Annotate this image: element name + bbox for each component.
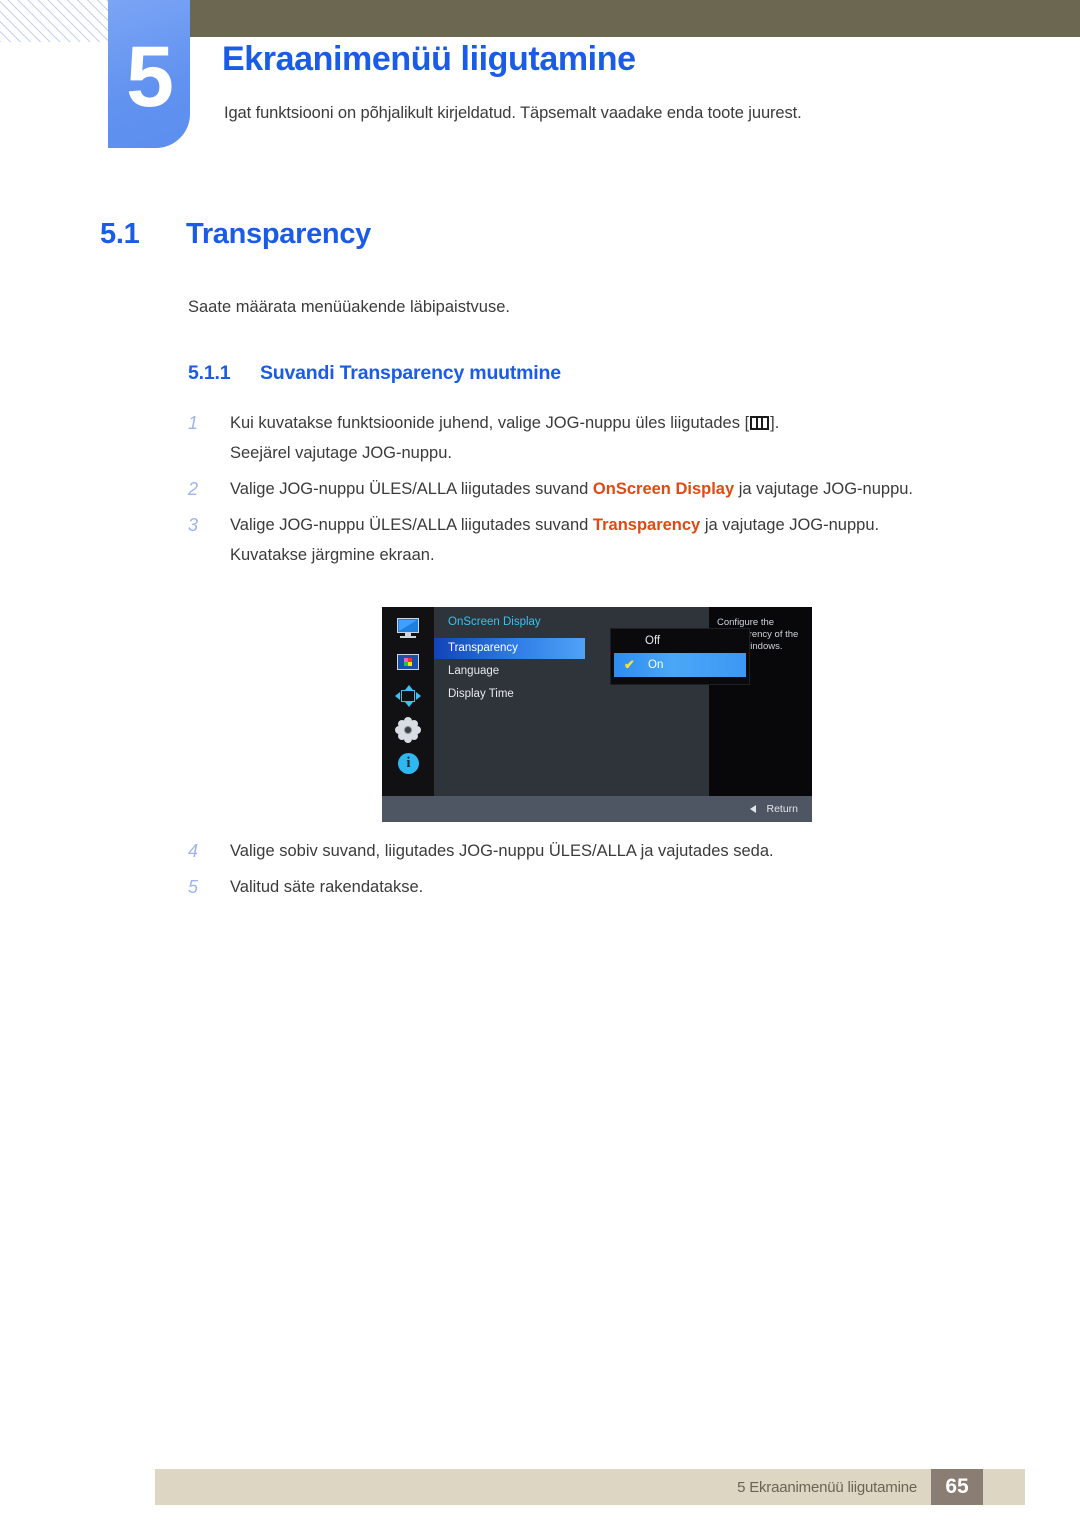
subsection-title: Suvandi Transparency muutmine — [260, 362, 561, 384]
footer-chapter-label: 5 Ekraanimenüü liigutamine — [737, 1478, 917, 1496]
step-item: 2 Valige JOG-nuppu ÜLES/ALLA liigutades … — [188, 474, 1008, 504]
osd-menu-item-display-time[interactable]: Display Time — [434, 684, 709, 705]
step-text-pre: Valige JOG-nuppu ÜLES/ALLA liigutades su… — [230, 480, 593, 498]
step-item: 3 Valige JOG-nuppu ÜLES/ALLA liigutades … — [188, 510, 1008, 570]
chapter-number-tab: 5 — [108, 0, 190, 148]
osd-panel-title: OnScreen Display — [448, 616, 541, 628]
step-number: 2 — [188, 479, 199, 499]
menu-button-icon — [750, 416, 770, 430]
position-arrows-icon[interactable] — [395, 685, 421, 707]
step-item: 1 Kui kuvatakse funktsioonide juhend, va… — [188, 408, 1008, 468]
chapter-title: Ekraanimenüü liigutamine — [222, 40, 636, 78]
decorative-hatch-pattern — [0, 0, 112, 42]
subsection-heading: 5.1.1 Suvandi Transparency muutmine — [188, 362, 561, 385]
step-number: 3 — [188, 515, 199, 535]
section-paragraph: Saate määrata menüüakende läbipaistvuse. — [188, 298, 510, 316]
section-heading: 5.1 Transparency — [100, 218, 371, 251]
step-text-pre: Valige JOG-nuppu ÜLES/ALLA liigutades su… — [230, 516, 593, 534]
step-body: Valige JOG-nuppu ÜLES/ALLA liigutades su… — [230, 510, 879, 570]
step-body: Valige JOG-nuppu ÜLES/ALLA liigutades su… — [230, 474, 913, 504]
step-item: 5 Valitud säte rakendatakse. — [188, 872, 1008, 902]
osd-menu-item-transparency[interactable]: Transparency — [434, 638, 585, 659]
checkmark-icon: ✔ — [624, 657, 635, 672]
osd-option-on[interactable]: ✔ On — [614, 653, 746, 677]
step-highlight-term: Transparency — [592, 516, 701, 534]
osd-option-on-label: On — [648, 659, 664, 671]
step-text-post: ja vajutage JOG-nuppu. — [734, 480, 914, 498]
procedure-steps-bottom: 4 Valige sobiv suvand, liigutades JOG-nu… — [188, 836, 1008, 908]
step-number: 1 — [188, 413, 199, 433]
step-body: Valitud säte rakendatakse. — [230, 878, 424, 896]
procedure-steps-top: 1 Kui kuvatakse funktsioonide juhend, va… — [188, 408, 1008, 576]
osd-option-popup: Off ✔ On — [610, 628, 750, 685]
step-number: 4 — [188, 841, 199, 861]
page-number-badge: 65 — [931, 1469, 983, 1505]
subsection-number: 5.1.1 — [188, 362, 231, 384]
section-title: Transparency — [186, 218, 371, 250]
info-icon[interactable]: i — [395, 753, 421, 775]
page-footer: 5 Ekraanimenüü liigutamine 65 — [155, 1469, 1025, 1505]
step-body: Valige sobiv suvand, liigutades JOG-nupp… — [230, 842, 774, 860]
step-item: 4 Valige sobiv suvand, liigutades JOG-nu… — [188, 836, 1008, 866]
osd-menu-panel: OnScreen Display Transparency Language D… — [434, 607, 750, 796]
picture-color-icon[interactable] — [395, 651, 421, 673]
step-text-pre: Kui kuvatakse funktsioonide juhend, vali… — [230, 414, 750, 432]
step-continuation: Seejärel vajutage JOG-nuppu. — [230, 444, 452, 462]
step-continuation: Kuvatakse järgmine ekraan. — [230, 546, 435, 564]
gear-settings-icon[interactable] — [395, 719, 421, 741]
chapter-number: 5 — [126, 29, 174, 125]
chapter-subtitle: Igat funktsiooni on põhjalikult kirjelda… — [224, 104, 802, 122]
osd-return-label[interactable]: Return — [766, 803, 798, 815]
osd-upper-area: i OnScreen Display Transparency Language… — [382, 607, 812, 796]
step-body: Kui kuvatakse funktsioonide juhend, vali… — [230, 408, 779, 468]
step-highlight-term: OnScreen Display — [592, 480, 735, 498]
monitor-icon[interactable] — [395, 617, 421, 639]
osd-footer-bar: Return — [382, 796, 812, 822]
osd-option-off[interactable]: Off — [611, 629, 749, 653]
step-number: 5 — [188, 877, 199, 897]
step-text-post: ]. — [770, 414, 780, 432]
osd-screenshot-figure: i OnScreen Display Transparency Language… — [382, 607, 812, 822]
step-text-post: ja vajutage JOG-nuppu. — [700, 516, 880, 534]
header-banner — [190, 0, 1080, 37]
return-arrow-icon — [750, 805, 757, 813]
osd-category-sidebar: i — [382, 607, 434, 796]
section-number: 5.1 — [100, 218, 140, 250]
